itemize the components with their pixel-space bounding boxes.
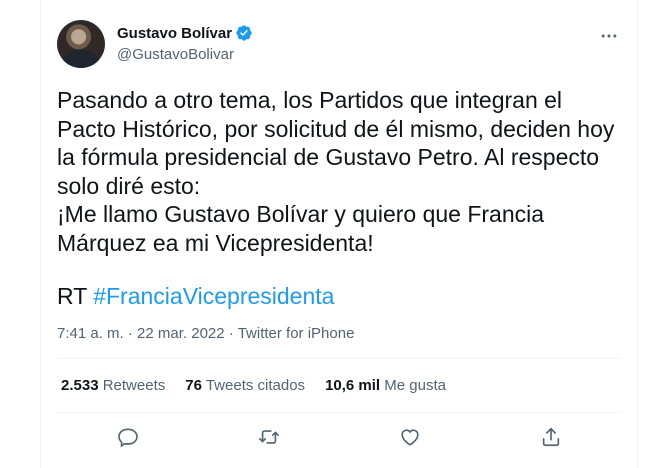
tweet-card: Gustavo Bolívar @GustavoBolivar Pasando … — [40, 0, 638, 468]
avatar[interactable] — [57, 20, 105, 68]
reply-button[interactable] — [111, 424, 145, 454]
tweet-date[interactable]: 22 mar. 2022 — [137, 325, 225, 342]
likes-label: Me gusta — [384, 377, 446, 394]
divider — [57, 412, 621, 413]
likes-count: 10,6 mil — [325, 377, 381, 394]
tweet-stats: 2.533 Retweets 76 Tweets citados 10,6 mi… — [61, 377, 466, 394]
like-icon — [399, 426, 421, 453]
like-button[interactable] — [393, 424, 427, 454]
tweet-text: Pasando a otro tema, los Partidos que in… — [57, 87, 615, 256]
meta-separator: · — [228, 325, 234, 342]
quotes-count: 76 — [185, 377, 202, 394]
retweets-count: 2.533 — [61, 377, 99, 394]
tweet-meta: 7:41 a. m. · 22 mar. 2022 · Twitter for … — [57, 325, 354, 342]
quotes-stat[interactable]: 76 Tweets citados — [185, 377, 305, 394]
quotes-label: Tweets citados — [205, 377, 306, 394]
retweet-icon — [258, 426, 280, 453]
retweet-button[interactable] — [252, 424, 286, 454]
hashtag-link[interactable]: #FranciaVicepresidenta — [93, 283, 334, 309]
retweets-label: Retweets — [102, 377, 166, 394]
author-handle[interactable]: @GustavoBolivar — [117, 46, 234, 63]
author-display-name[interactable]: Gustavo Bolívar — [117, 25, 232, 42]
reply-icon — [117, 426, 139, 453]
meta-separator: · — [127, 325, 133, 342]
likes-stat[interactable]: 10,6 mil Me gusta — [325, 377, 446, 394]
tweet-time[interactable]: 7:41 a. m. — [57, 325, 124, 342]
tweet-rt-line: RT #FranciaVicepresidenta — [57, 281, 334, 311]
share-button[interactable] — [534, 424, 568, 454]
tweet-source[interactable]: Twitter for iPhone — [238, 325, 355, 342]
verified-badge-icon — [235, 24, 253, 42]
tweet-header: Gustavo Bolívar @GustavoBolivar — [57, 20, 621, 72]
author-name-row[interactable]: Gustavo Bolívar — [117, 24, 253, 42]
tweet-actions — [57, 424, 621, 454]
rt-prefix: RT — [57, 283, 87, 309]
share-icon — [540, 426, 562, 453]
retweets-stat[interactable]: 2.533 Retweets — [61, 377, 165, 394]
divider — [57, 358, 621, 359]
more-options-icon[interactable] — [597, 24, 621, 48]
